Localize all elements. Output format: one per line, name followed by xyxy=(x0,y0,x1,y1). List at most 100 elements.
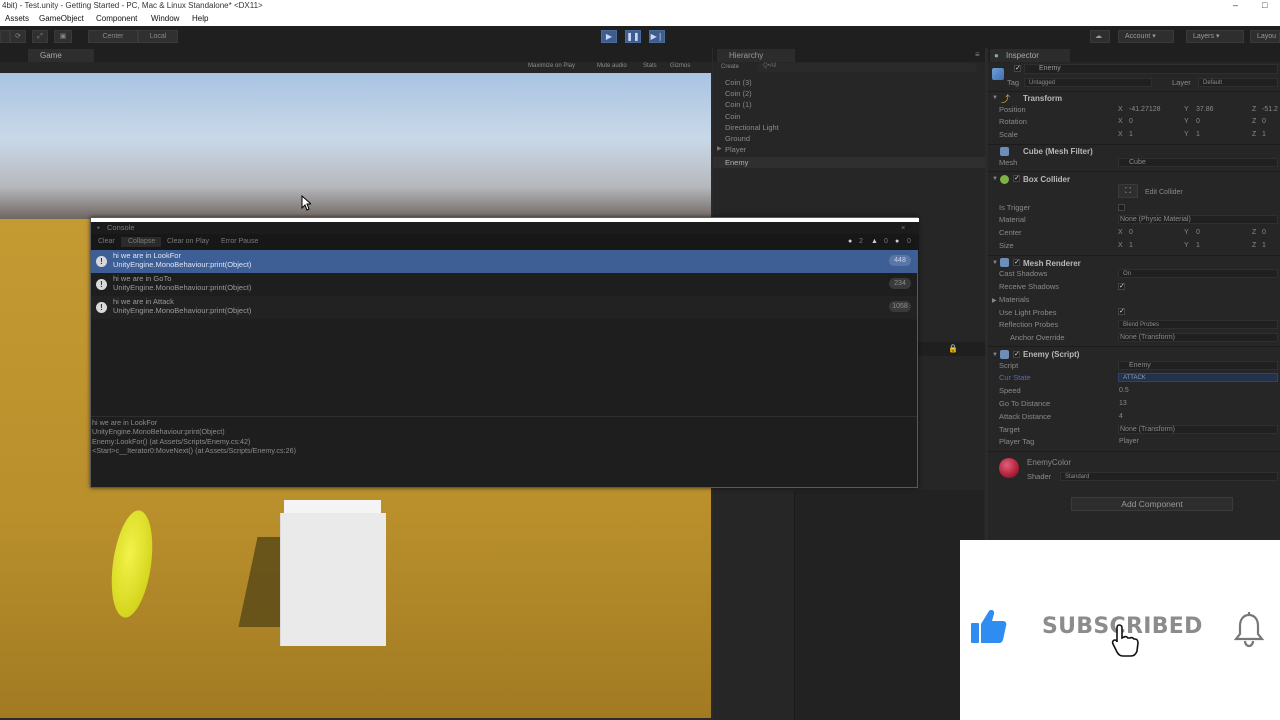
error-count-icon[interactable]: ● xyxy=(895,237,899,247)
log-entry-selected[interactable]: ! hi we are in LookFor UnityEngine.MonoB… xyxy=(91,250,917,273)
hierarchy-search-input[interactable]: Q•All xyxy=(757,63,977,72)
hand-tool-button[interactable] xyxy=(0,30,10,43)
layer-dropdown[interactable]: Default xyxy=(1198,78,1278,87)
layout-dropdown[interactable]: Layou xyxy=(1250,30,1280,43)
rotation-z-value[interactable]: 0 xyxy=(1262,117,1266,127)
console-splitter[interactable] xyxy=(91,416,917,417)
light-probes-checkbox[interactable]: ✓ xyxy=(1118,308,1125,315)
rotation-x-value[interactable]: 0 xyxy=(1129,117,1133,127)
rect-tool-button[interactable]: ▣ xyxy=(54,30,72,43)
hierarchy-item[interactable]: Coin (1) xyxy=(725,99,752,110)
is-trigger-checkbox[interactable] xyxy=(1118,204,1125,211)
maximize-on-play-toggle[interactable]: Maximize on Play xyxy=(528,63,575,69)
mesh-field[interactable]: Cube xyxy=(1118,158,1278,167)
space-toggle[interactable]: Local xyxy=(138,30,178,43)
hierarchy-item[interactable]: Coin xyxy=(725,111,740,122)
info-count-icon[interactable]: ● xyxy=(848,237,852,247)
expand-arrow-icon[interactable]: ▶ xyxy=(992,297,997,304)
box-collider-enabled-checkbox[interactable]: ✓ xyxy=(1013,175,1020,182)
rotation-y-value[interactable]: 0 xyxy=(1196,117,1200,127)
play-button[interactable]: ▶ xyxy=(601,30,617,43)
rotate-tool-button[interactable]: ⟳ xyxy=(10,30,26,43)
attack-distance-value[interactable]: 4 xyxy=(1119,412,1123,422)
hierarchy-item[interactable]: Coin (3) xyxy=(725,77,752,88)
menu-gameobject[interactable]: GameObject xyxy=(39,12,84,25)
hierarchy-item[interactable]: Player xyxy=(725,144,746,155)
size-x-value[interactable]: 1 xyxy=(1129,241,1133,251)
menu-window[interactable]: Window xyxy=(151,12,179,25)
script-enabled-checkbox[interactable]: ✓ xyxy=(1013,351,1020,358)
goto-distance-value[interactable]: 13 xyxy=(1119,399,1127,409)
log-entry[interactable]: ! hi we are in Attack UnityEngine.MonoBe… xyxy=(91,296,917,319)
warning-count-icon[interactable]: ▲ xyxy=(871,237,878,247)
size-z-value[interactable]: 1 xyxy=(1262,241,1266,251)
collapse-toggle[interactable]: Collapse xyxy=(121,237,161,247)
pause-button[interactable]: ❚❚ xyxy=(625,30,641,43)
gameobject-icon xyxy=(992,68,1004,80)
scale-tool-button[interactable]: ⤢ xyxy=(32,30,48,43)
maximize-button[interactable]: □ xyxy=(1262,0,1267,11)
edit-collider-toggle[interactable]: ⛶ xyxy=(1118,184,1138,198)
pivot-toggle[interactable]: Center xyxy=(88,30,138,43)
player-tag-value[interactable]: Player xyxy=(1119,437,1139,447)
size-y-value[interactable]: 1 xyxy=(1196,241,1200,251)
scale-y-value[interactable]: 1 xyxy=(1196,130,1200,140)
divider xyxy=(988,346,1280,347)
physic-material-field[interactable]: None (Physic Material) xyxy=(1118,215,1278,224)
error-pause-toggle[interactable]: Error Pause xyxy=(221,237,258,247)
hierarchy-item[interactable]: Coin (2) xyxy=(725,88,752,99)
center-z-value[interactable]: 0 xyxy=(1262,228,1266,238)
tab-inspector[interactable]: ● Inspector xyxy=(990,49,1070,62)
tag-dropdown[interactable]: Untagged xyxy=(1024,78,1152,87)
anchor-override-field[interactable]: None (Transform) xyxy=(1118,333,1278,342)
expand-arrow-icon[interactable]: ▶ xyxy=(717,145,722,152)
hierarchy-item[interactable]: Directional Light xyxy=(725,122,779,133)
cast-shadows-dropdown[interactable]: On xyxy=(1118,269,1278,278)
close-icon[interactable]: × xyxy=(901,222,905,234)
shader-dropdown[interactable]: Standard xyxy=(1060,472,1278,481)
menu-assets[interactable]: Assets xyxy=(5,12,29,25)
mute-audio-toggle[interactable]: Mute audio xyxy=(597,63,627,69)
hierarchy-create-button[interactable]: Create xyxy=(721,64,739,70)
menu-component[interactable]: Component xyxy=(96,12,137,25)
clear-on-play-toggle[interactable]: Clear on Play xyxy=(167,237,209,247)
tab-game[interactable]: Game xyxy=(28,49,94,62)
mesh-renderer-enabled-checkbox[interactable]: ✓ xyxy=(1013,259,1020,266)
scale-x-value[interactable]: 1 xyxy=(1129,130,1133,140)
active-checkbox[interactable]: ✓ xyxy=(1014,65,1021,72)
foldout-arrow-icon[interactable]: ▼ xyxy=(992,176,998,182)
position-y-value[interactable]: 37.86 xyxy=(1196,105,1214,115)
layers-dropdown[interactable]: Layers ▾ xyxy=(1186,30,1244,43)
account-dropdown[interactable]: Account ▾ xyxy=(1118,30,1174,43)
step-button[interactable]: ▶❘ xyxy=(649,30,665,43)
stats-toggle[interactable]: Stats xyxy=(643,63,657,69)
cur-state-dropdown[interactable]: ATTACK xyxy=(1118,373,1278,382)
object-name-field[interactable]: Enemy xyxy=(1024,64,1278,74)
cloud-button[interactable]: ☁ xyxy=(1090,30,1110,43)
foldout-arrow-icon[interactable]: ▼ xyxy=(992,260,998,266)
center-y-value[interactable]: 0 xyxy=(1196,228,1200,238)
script-field[interactable]: Enemy xyxy=(1118,361,1278,370)
lock-icon[interactable]: 🔒 xyxy=(948,344,958,353)
position-z-value[interactable]: -51.2 xyxy=(1262,105,1278,115)
console-title-bar[interactable]: ▪ Console × xyxy=(91,222,919,234)
panel-menu-icon[interactable]: ≡ xyxy=(975,50,980,59)
foldout-arrow-icon[interactable]: ▼ xyxy=(992,352,998,358)
gizmos-dropdown[interactable]: Gizmos xyxy=(670,63,690,69)
clear-button[interactable]: Clear xyxy=(98,237,115,247)
minimize-button[interactable]: – xyxy=(1233,0,1238,11)
receive-shadows-checkbox[interactable]: ✓ xyxy=(1118,283,1125,290)
hierarchy-item[interactable]: Ground xyxy=(725,133,750,144)
foldout-arrow-icon[interactable]: ▼ xyxy=(992,95,998,101)
speed-value[interactable]: 0.5 xyxy=(1119,386,1129,396)
center-x-value[interactable]: 0 xyxy=(1129,228,1133,238)
position-x-value[interactable]: -41.27128 xyxy=(1129,105,1161,115)
add-component-button[interactable]: Add Component xyxy=(1071,497,1233,511)
log-entry[interactable]: ! hi we are in GoTo UnityEngine.MonoBeha… xyxy=(91,273,917,296)
menu-help[interactable]: Help xyxy=(192,12,208,25)
scale-z-value[interactable]: 1 xyxy=(1262,130,1266,140)
target-field[interactable]: None (Transform) xyxy=(1118,425,1278,434)
tab-hierarchy[interactable]: Hierarchy xyxy=(717,49,795,62)
hierarchy-item-selected[interactable]: Enemy xyxy=(725,157,748,168)
reflection-probes-dropdown[interactable]: Blend Probes xyxy=(1118,320,1278,329)
